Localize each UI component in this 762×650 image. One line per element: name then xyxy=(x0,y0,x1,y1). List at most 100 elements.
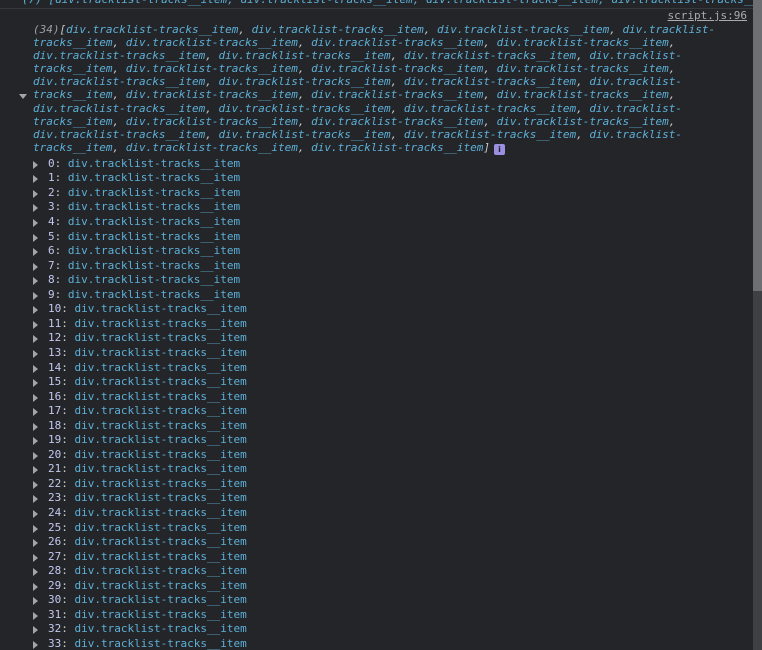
array-index-value[interactable]: div.tracklist-tracks__item xyxy=(75,404,247,417)
chevron-right-icon[interactable] xyxy=(33,582,38,591)
array-index-value[interactable]: div.tracklist-tracks__item xyxy=(75,331,247,344)
array-index-value[interactable]: div.tracklist-tracks__item xyxy=(75,506,247,519)
array-preview-item[interactable]: div.tracklist-tracks__item xyxy=(252,23,424,36)
array-index-value[interactable]: div.tracklist-tracks__item xyxy=(68,273,240,286)
array-index-row[interactable]: 19: div.tracklist-tracks__item xyxy=(0,433,753,448)
array-index-value[interactable]: div.tracklist-tracks__item xyxy=(75,491,247,504)
chevron-right-icon[interactable] xyxy=(33,189,38,198)
array-preview-item[interactable]: div.tracklist-tracks__item xyxy=(126,36,298,49)
chevron-right-icon[interactable] xyxy=(33,277,38,286)
chevron-right-icon[interactable] xyxy=(33,640,38,649)
info-icon[interactable]: i xyxy=(493,143,505,155)
chevron-right-icon[interactable] xyxy=(33,175,38,184)
array-preview-item[interactable]: div.tracklist-tracks__item xyxy=(437,23,609,36)
array-index-row[interactable]: 24: div.tracklist-tracks__item xyxy=(0,506,753,521)
chevron-right-icon[interactable] xyxy=(33,379,38,388)
array-index-row[interactable]: 12: div.tracklist-tracks__item xyxy=(0,331,753,346)
array-preview-item[interactable]: div.tracklist-tracks__item xyxy=(404,49,576,62)
array-index-row[interactable]: 8: div.tracklist-tracks__item xyxy=(0,273,753,288)
array-preview-item[interactable]: div.tracklist-tracks__item xyxy=(497,62,669,75)
array-preview-item[interactable]: div.tracklist-tracks__item xyxy=(404,102,576,115)
array-index-value[interactable]: div.tracklist-tracks__item xyxy=(68,230,240,243)
array-index-value[interactable]: div.tracklist-tracks__item xyxy=(75,535,247,548)
array-index-value[interactable]: div.tracklist-tracks__item xyxy=(75,637,247,650)
chevron-right-icon[interactable] xyxy=(33,291,38,300)
chevron-right-icon[interactable] xyxy=(33,262,38,271)
array-index-row[interactable]: 11: div.tracklist-tracks__item xyxy=(0,317,753,332)
array-preview-item[interactable]: div.tracklist-tracks__item xyxy=(218,102,390,115)
array-preview-item[interactable]: div.tracklist-tracks__item xyxy=(218,75,390,88)
chevron-right-icon[interactable] xyxy=(33,306,38,315)
chevron-right-icon[interactable] xyxy=(33,233,38,242)
array-preview-item[interactable]: div.tracklist-tracks__item xyxy=(311,62,483,75)
array-index-row[interactable]: 31: div.tracklist-tracks__item xyxy=(0,608,753,623)
array-index-row[interactable]: 18: div.tracklist-tracks__item xyxy=(0,419,753,434)
chevron-right-icon[interactable] xyxy=(33,597,38,606)
array-index-row[interactable]: 16: div.tracklist-tracks__item xyxy=(0,390,753,405)
chevron-right-icon[interactable] xyxy=(33,509,38,518)
chevron-right-icon[interactable] xyxy=(33,364,38,373)
array-index-row[interactable]: 28: div.tracklist-tracks__item xyxy=(0,564,753,579)
array-preview-item[interactable]: div.tracklist-tracks__item xyxy=(404,128,576,141)
array-index-value[interactable]: div.tracklist-tracks__item xyxy=(75,390,247,403)
chevron-right-icon[interactable] xyxy=(33,248,38,257)
chevron-right-icon[interactable] xyxy=(33,480,38,489)
array-index-value[interactable]: div.tracklist-tracks__item xyxy=(75,550,247,563)
array-index-row[interactable]: 29: div.tracklist-tracks__item xyxy=(0,579,753,594)
chevron-right-icon[interactable] xyxy=(33,335,38,344)
array-index-value[interactable]: div.tracklist-tracks__item xyxy=(75,608,247,621)
array-index-value[interactable]: div.tracklist-tracks__item xyxy=(75,346,247,359)
array-index-value[interactable]: div.tracklist-tracks__item xyxy=(68,157,240,170)
array-index-value[interactable]: div.tracklist-tracks__item xyxy=(68,288,240,301)
array-index-value[interactable]: div.tracklist-tracks__item xyxy=(75,317,247,330)
array-index-value[interactable]: div.tracklist-tracks__item xyxy=(75,433,247,446)
array-index-row[interactable]: 26: div.tracklist-tracks__item xyxy=(0,535,753,550)
chevron-right-icon[interactable] xyxy=(33,219,38,228)
array-index-row[interactable]: 21: div.tracklist-tracks__item xyxy=(0,462,753,477)
chevron-right-icon[interactable] xyxy=(33,320,38,329)
array-preview-item[interactable]: div.tracklist-tracks__item xyxy=(33,49,205,62)
chevron-right-icon[interactable] xyxy=(33,611,38,620)
array-index-value[interactable]: div.tracklist-tracks__item xyxy=(75,448,247,461)
chevron-right-icon[interactable] xyxy=(33,524,38,533)
array-index-row[interactable]: 0: div.tracklist-tracks__item xyxy=(0,157,753,172)
array-preview-item[interactable]: div.tracklist-tracks__item xyxy=(33,75,205,88)
array-preview-item[interactable]: div.tracklist-tracks__item xyxy=(126,115,298,128)
array-preview-item[interactable]: div.tracklist-tracks__item xyxy=(497,88,669,101)
array-index-row[interactable]: 4: div.tracklist-tracks__item xyxy=(0,215,753,230)
array-index-row[interactable]: 20: div.tracklist-tracks__item xyxy=(0,448,753,463)
chevron-right-icon[interactable] xyxy=(33,568,38,577)
array-index-row[interactable]: 5: div.tracklist-tracks__item xyxy=(0,230,753,245)
array-index-row[interactable]: 3: div.tracklist-tracks__item xyxy=(0,200,753,215)
array-preview-item[interactable]: div.tracklist-tracks__item xyxy=(218,49,390,62)
chevron-right-icon[interactable] xyxy=(33,466,38,475)
array-preview-item[interactable]: div.tracklist-tracks__item xyxy=(126,88,298,101)
array-index-row[interactable]: 6: div.tracklist-tracks__item xyxy=(0,244,753,259)
chevron-right-icon[interactable] xyxy=(33,160,38,169)
array-index-value[interactable]: div.tracklist-tracks__item xyxy=(75,622,247,635)
chevron-right-icon[interactable] xyxy=(33,204,38,213)
array-index-value[interactable]: div.tracklist-tracks__item xyxy=(75,462,247,475)
array-index-row[interactable]: 23: div.tracklist-tracks__item xyxy=(0,491,753,506)
array-index-value[interactable]: div.tracklist-tracks__item xyxy=(75,477,247,490)
array-index-value[interactable]: div.tracklist-tracks__item xyxy=(75,375,247,388)
chevron-right-icon[interactable] xyxy=(33,349,38,358)
array-preview-item[interactable]: div.tracklist-tracks__item xyxy=(311,141,483,154)
array-index-value[interactable]: div.tracklist-tracks__item xyxy=(75,361,247,374)
chevron-down-icon[interactable] xyxy=(19,92,29,102)
array-index-row[interactable]: 33: div.tracklist-tracks__item xyxy=(0,637,753,650)
array-index-row[interactable]: 30: div.tracklist-tracks__item xyxy=(0,593,753,608)
array-index-row[interactable]: 17: div.tracklist-tracks__item xyxy=(0,404,753,419)
chevron-right-icon[interactable] xyxy=(33,451,38,460)
array-preview-item[interactable]: div.tracklist-tracks__item xyxy=(311,115,483,128)
array-index-row[interactable]: 22: div.tracklist-tracks__item xyxy=(0,477,753,492)
console-scrollbar-thumb[interactable] xyxy=(753,0,762,291)
array-preview-item[interactable]: div.tracklist-tracks__item xyxy=(311,36,483,49)
chevron-right-icon[interactable] xyxy=(33,626,38,635)
array-index-value[interactable]: div.tracklist-tracks__item xyxy=(75,521,247,534)
array-index-value[interactable]: div.tracklist-tracks__item xyxy=(68,200,240,213)
array-index-value[interactable]: div.tracklist-tracks__item xyxy=(75,564,247,577)
array-preview-item[interactable]: div.tracklist-tracks__item xyxy=(497,36,669,49)
chevron-right-icon[interactable] xyxy=(33,553,38,562)
array-index-value[interactable]: div.tracklist-tracks__item xyxy=(68,186,240,199)
